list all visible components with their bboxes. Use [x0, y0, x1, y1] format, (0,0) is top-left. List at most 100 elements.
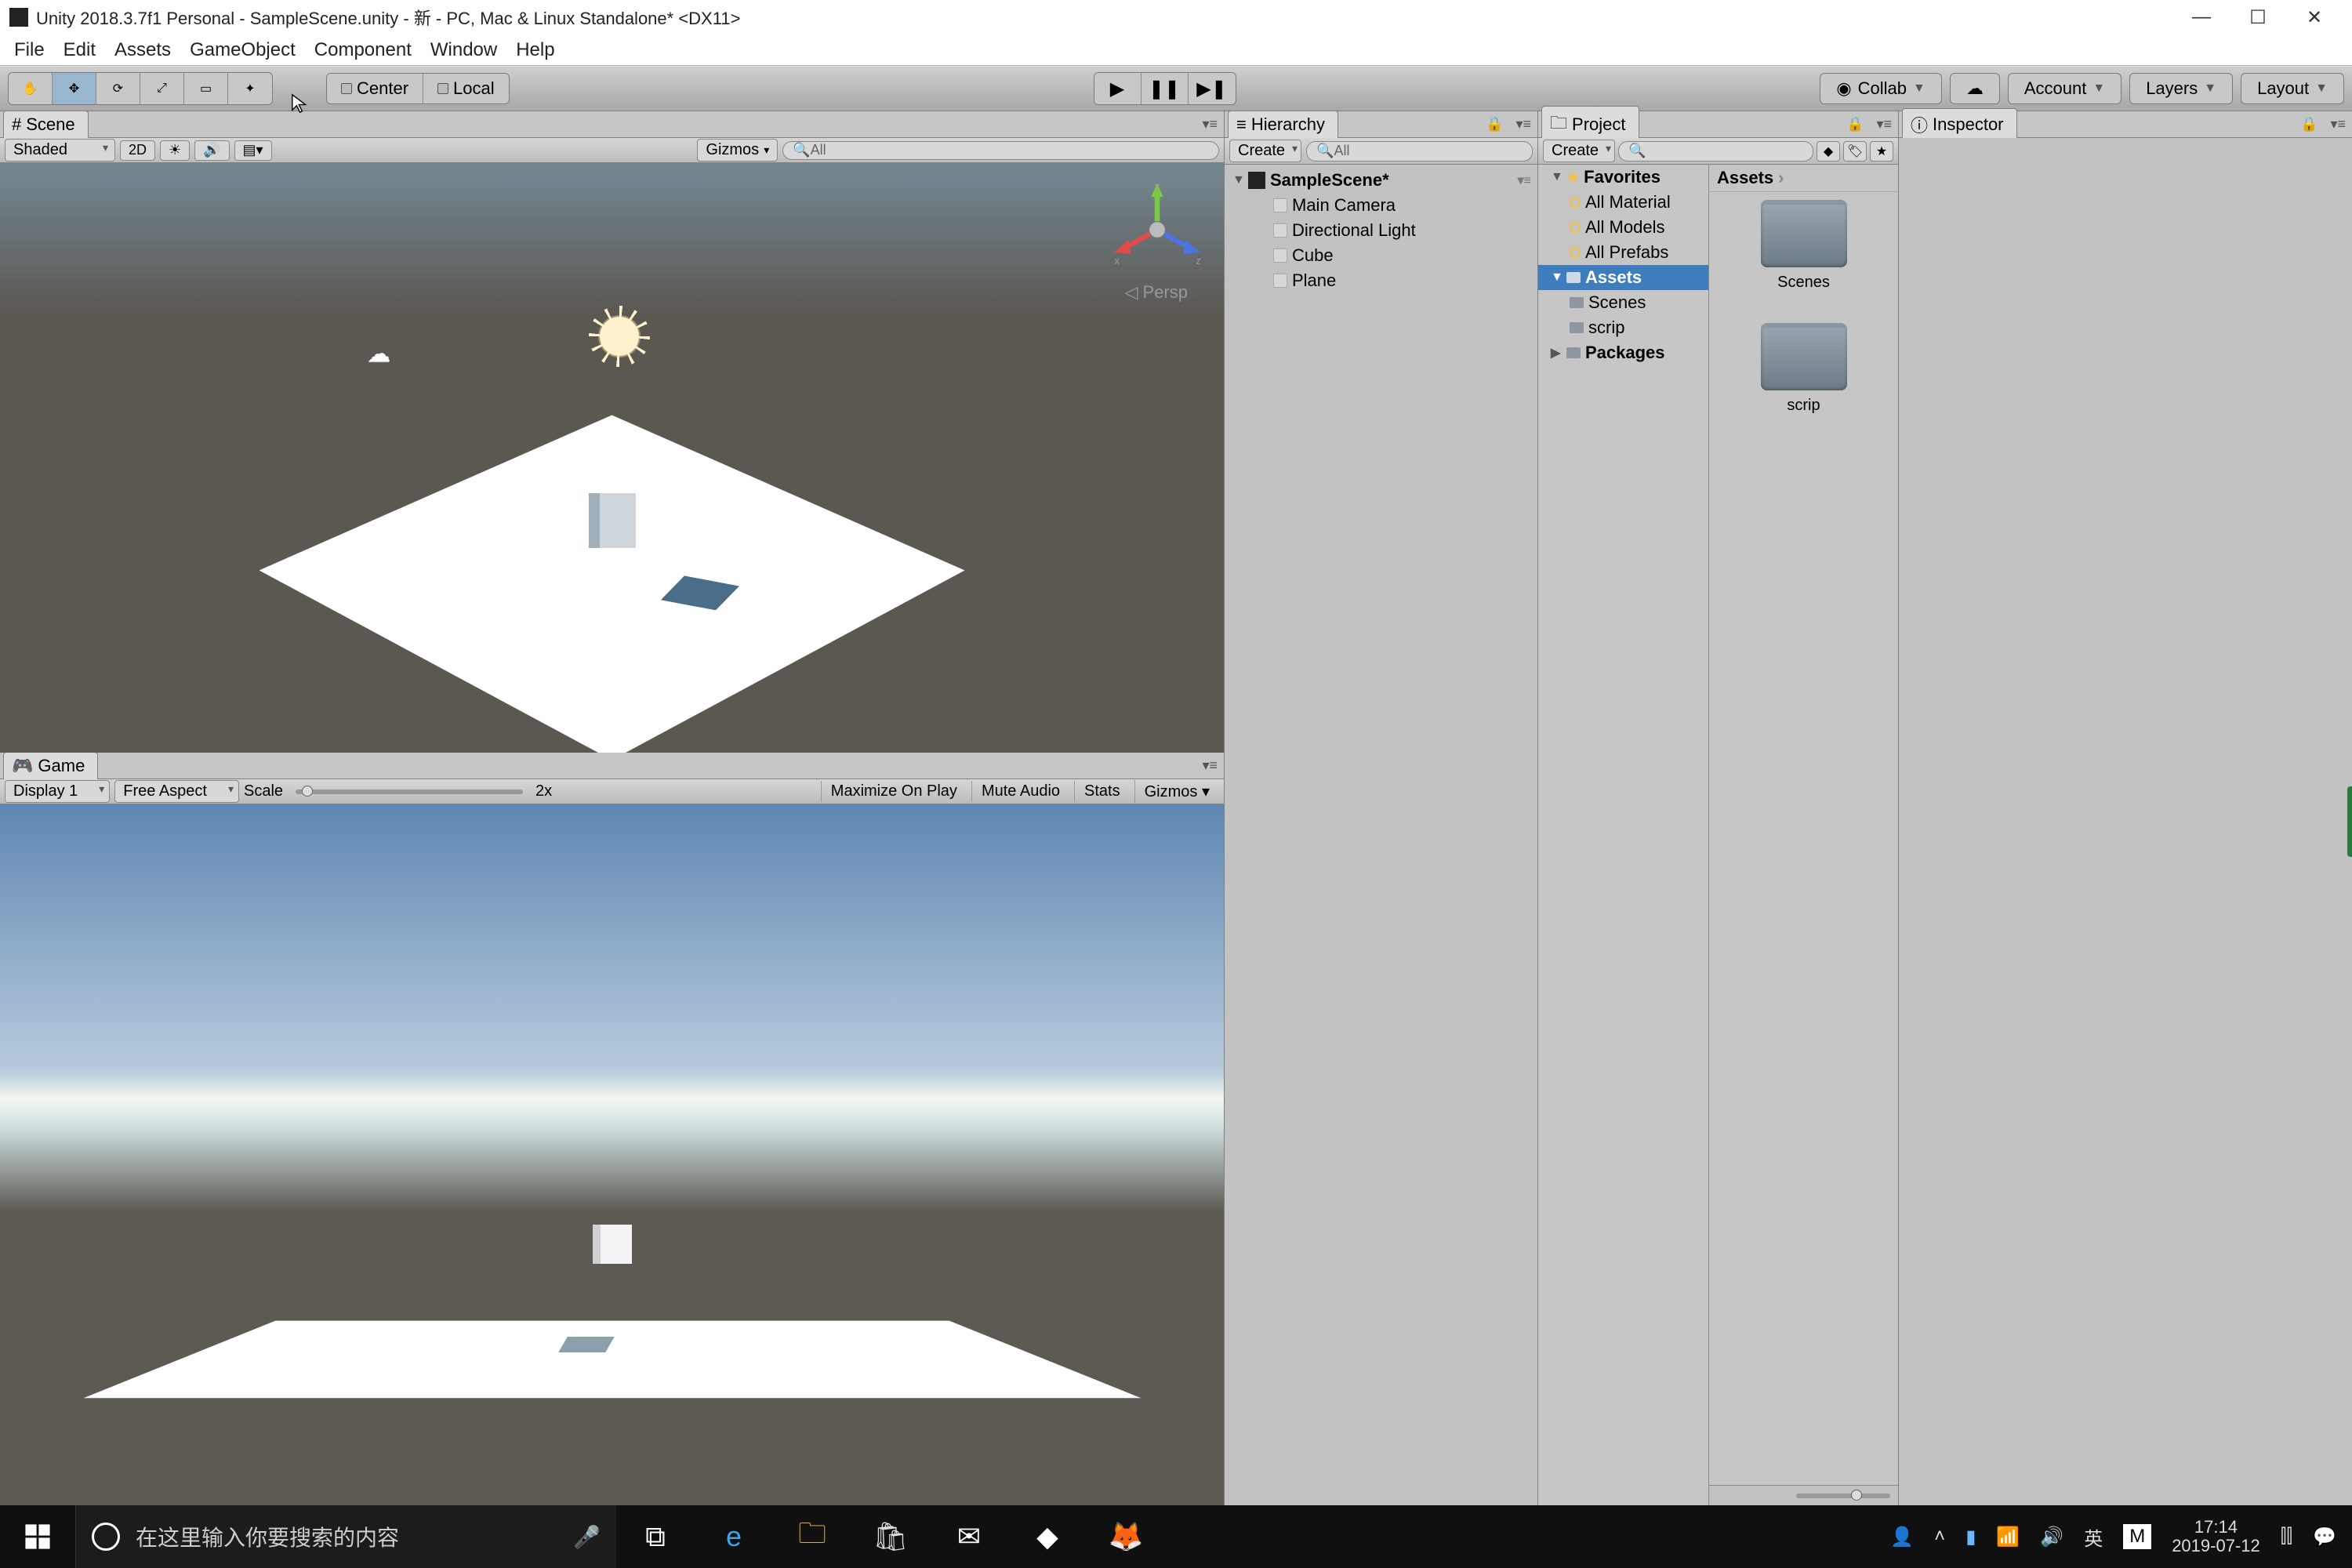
slider-thumb[interactable] — [1851, 1490, 1862, 1501]
scene-tab[interactable]: #Scene — [3, 111, 89, 138]
hierarchy-lock[interactable]: 🔒 — [1479, 116, 1509, 132]
scene-plane[interactable] — [260, 415, 965, 753]
start-button[interactable] — [0, 1505, 75, 1568]
project-thumbnail-slider[interactable] — [1709, 1485, 1898, 1505]
project-fav-prefabs[interactable]: All Prefabs — [1538, 240, 1708, 265]
draw-mode-dropdown[interactable]: Shaded — [5, 139, 115, 162]
asset-folder-scrip[interactable]: scrip — [1761, 323, 1847, 415]
hierarchy-item-plane[interactable]: Plane — [1225, 268, 1537, 293]
account-button[interactable]: Account ▼ — [2008, 73, 2122, 104]
game-tab-options[interactable]: ▾≡ — [1196, 757, 1224, 774]
hierarchy-options[interactable]: ▾≡ — [1509, 116, 1537, 132]
scene-viewport[interactable]: ☁ y x z ◁Persp — [0, 163, 1224, 753]
foldout-icon[interactable]: ▼ — [1232, 173, 1243, 187]
menu-gameobject[interactable]: GameObject — [180, 36, 305, 64]
close-button[interactable]: ✕ — [2286, 0, 2343, 34]
hierarchy-item-main-camera[interactable]: Main Camera — [1225, 193, 1537, 218]
maximize-on-play-toggle[interactable]: Maximize On Play — [821, 781, 967, 802]
aspect-dropdown[interactable]: Free Aspect — [114, 780, 239, 803]
project-tab[interactable]: 🗀Project — [1541, 106, 1639, 143]
hierarchy-create-dropdown[interactable]: Create — [1229, 140, 1301, 162]
inspector-lock[interactable]: 🔒 — [2294, 116, 2324, 132]
display-dropdown[interactable]: Display 1 — [5, 780, 110, 803]
scale-slider[interactable] — [296, 789, 523, 794]
game-gizmos-dropdown[interactable]: Gizmos ▾ — [1134, 780, 1219, 803]
hand-tool[interactable]: ✋ — [9, 73, 53, 104]
step-button[interactable]: ▶❚ — [1189, 73, 1236, 104]
menu-file[interactable]: File — [5, 36, 54, 64]
project-grid[interactable]: Scenes scrip — [1709, 192, 1898, 1485]
project-lock[interactable]: 🔒 — [1840, 116, 1870, 132]
microphone-icon[interactable]: 🎤 — [573, 1524, 601, 1550]
slider-thumb[interactable] — [302, 786, 313, 797]
project-fav-materials[interactable]: All Material — [1538, 190, 1708, 215]
project-options[interactable]: ▾≡ — [1870, 116, 1898, 132]
minimize-button[interactable]: — — [2173, 0, 2230, 34]
scale-tool[interactable]: ⤢ — [140, 73, 184, 104]
2d-toggle[interactable]: 2D — [120, 140, 155, 161]
transform-tool[interactable]: ✦ — [228, 73, 272, 104]
taskbar-firefox-icon[interactable]: 🦊 — [1087, 1505, 1165, 1568]
collab-button[interactable]: ◉ Collab ▼ — [1820, 73, 1941, 104]
menu-help[interactable]: Help — [506, 36, 564, 64]
directional-light-gizmo-icon[interactable] — [600, 317, 639, 356]
cloud-button[interactable]: ☁ — [1950, 73, 2000, 104]
camera-gizmo-icon[interactable]: ☁ — [367, 340, 390, 368]
taskbar-unityhub-icon[interactable]: ◆ — [1008, 1505, 1087, 1568]
pivot-local-button[interactable]: Local — [423, 74, 509, 103]
project-favorites[interactable]: ▼★Favorites — [1538, 165, 1708, 190]
inspector-options[interactable]: ▾≡ — [2324, 116, 2352, 132]
gizmos-dropdown[interactable]: Gizmos▾ — [697, 139, 778, 162]
taskbar-store-icon[interactable]: 🛍 — [851, 1505, 930, 1568]
menu-assets[interactable]: Assets — [105, 36, 180, 64]
audio-toggle[interactable]: 🔊 — [194, 140, 229, 161]
tray-chart-icon[interactable]: ⫿⫿ — [2281, 1526, 2292, 1548]
project-breadcrumb[interactable]: Assets› — [1709, 165, 1898, 192]
scene-search[interactable]: 🔍All — [782, 141, 1219, 160]
hierarchy-search[interactable]: 🔍All — [1306, 141, 1533, 162]
project-fav-models[interactable]: All Models — [1538, 215, 1708, 240]
projection-label[interactable]: ◁Persp — [1125, 282, 1188, 303]
tray-chevron-icon[interactable]: ˄ — [1934, 1526, 1945, 1548]
mute-audio-toggle[interactable]: Mute Audio — [971, 781, 1069, 802]
fx-toggle[interactable]: ▤▾ — [234, 140, 272, 161]
hierarchy-item-directional-light[interactable]: Directional Light — [1225, 218, 1537, 243]
menu-edit[interactable]: Edit — [54, 36, 105, 64]
project-folder-scenes[interactable]: Scenes — [1538, 290, 1708, 315]
hierarchy-scene-root[interactable]: ▼ SampleScene* ▾≡ — [1225, 168, 1537, 193]
layers-button[interactable]: Layers ▼ — [2129, 73, 2233, 104]
orientation-gizmo[interactable]: y x z — [1106, 179, 1208, 281]
layout-button[interactable]: Layout ▼ — [2241, 73, 2344, 104]
tray-notifications-icon[interactable]: 💬 — [2313, 1526, 2336, 1548]
hierarchy-item-cube[interactable]: Cube — [1225, 243, 1537, 268]
play-button[interactable]: ▶ — [1094, 73, 1142, 104]
tray-app-icon[interactable]: ▮ — [1965, 1526, 1976, 1548]
save-search-button[interactable]: ★ — [1870, 141, 1893, 162]
hierarchy-tab[interactable]: ≡Hierarchy — [1228, 111, 1338, 138]
tray-wifi-icon[interactable]: 📶 — [1996, 1526, 2020, 1548]
task-view-button[interactable]: ⧉ — [616, 1505, 695, 1568]
scene-cube[interactable] — [589, 493, 636, 548]
side-tab-handle[interactable] — [2347, 786, 2352, 857]
pause-button[interactable]: ❚❚ — [1142, 73, 1189, 104]
pivot-center-button[interactable]: Center — [327, 74, 423, 103]
tray-ime-lang[interactable]: 英 — [2084, 1523, 2103, 1551]
scene-tab-options[interactable]: ▾≡ — [1196, 116, 1224, 132]
taskbar-edge-icon[interactable]: e — [695, 1505, 773, 1568]
menu-window[interactable]: Window — [421, 36, 506, 64]
move-tool[interactable]: ✥ — [53, 73, 96, 104]
project-assets-root[interactable]: ▼Assets — [1538, 265, 1708, 290]
tray-ime-mode[interactable]: M — [2123, 1524, 2151, 1549]
game-tab[interactable]: 🎮Game — [3, 752, 98, 779]
maximize-button[interactable]: ☐ — [2230, 0, 2286, 34]
project-search[interactable]: 🔍 — [1618, 141, 1813, 162]
project-folder-scrip[interactable]: scrip — [1538, 315, 1708, 340]
filter-by-label-button[interactable]: 🏷 — [1843, 141, 1867, 162]
project-packages[interactable]: ▶Packages — [1538, 340, 1708, 365]
lighting-toggle[interactable]: ☀ — [160, 140, 190, 161]
menu-component[interactable]: Component — [305, 36, 421, 64]
game-viewport[interactable] — [0, 804, 1224, 1505]
rect-tool[interactable]: ▭ — [184, 73, 228, 104]
tray-people-icon[interactable]: 👤 — [1890, 1526, 1914, 1548]
inspector-tab[interactable]: ⓘInspector — [1902, 108, 2017, 140]
